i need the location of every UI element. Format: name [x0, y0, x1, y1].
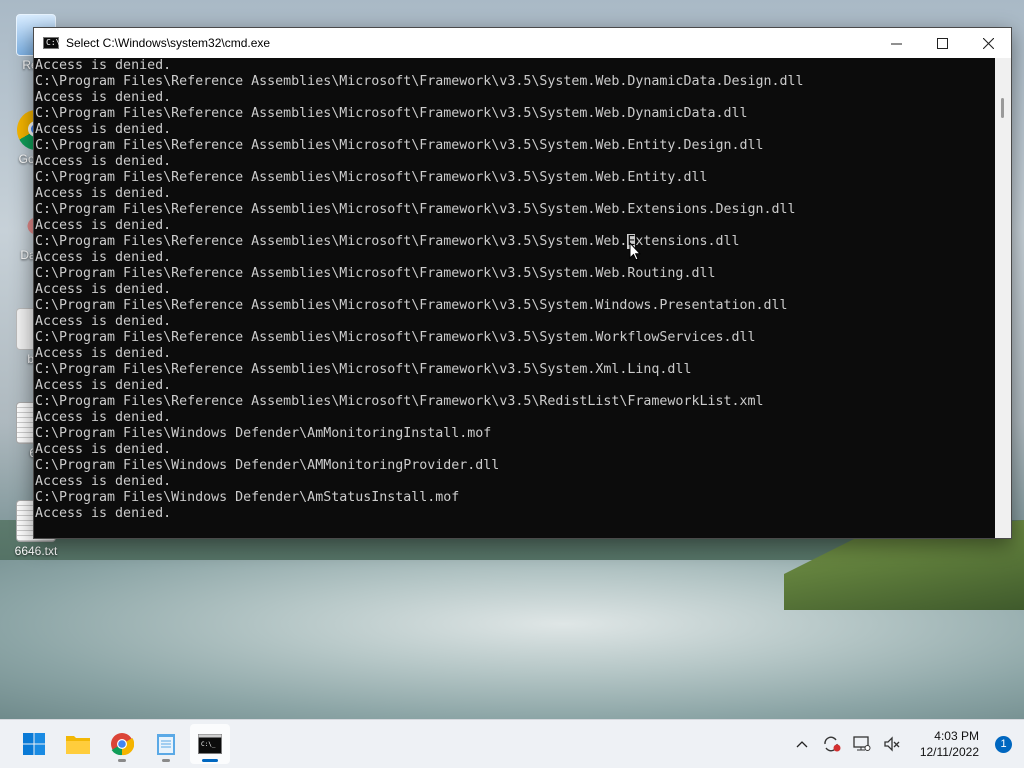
console-line: Access is denied.: [35, 250, 172, 265]
maximize-button[interactable]: [919, 28, 965, 58]
console-line: C:\Program Files\Reference Assemblies\Mi…: [35, 234, 740, 249]
console-line: Access is denied.: [35, 122, 172, 137]
running-indicator: [162, 759, 170, 762]
running-indicator: [118, 759, 126, 762]
minimize-icon: [890, 43, 902, 44]
start-button[interactable]: [14, 724, 54, 764]
chevron-up-icon: [796, 741, 808, 748]
cmd-app-icon[interactable]: C:\_: [43, 37, 65, 49]
show-hidden-icons-button[interactable]: [792, 734, 812, 754]
window-title: Select C:\Windows\system32\cmd.exe: [66, 36, 271, 50]
console-line: C:\Program Files\Reference Assemblies\Mi…: [35, 170, 708, 185]
console-line: Access is denied.: [35, 314, 172, 329]
console-line: C:\Program Files\Reference Assemblies\Mi…: [35, 74, 804, 89]
sync-status-button[interactable]: [822, 734, 842, 754]
minimize-button[interactable]: [873, 28, 919, 58]
console-line: C:\Program Files\Reference Assemblies\Mi…: [35, 106, 748, 121]
console-line: C:\Program Files\Reference Assemblies\Mi…: [35, 202, 796, 217]
console-line: C:\Program Files\Windows Defender\AmStat…: [35, 490, 460, 505]
console-line: Access is denied.: [35, 506, 172, 521]
active-indicator: [202, 759, 218, 762]
console-line: Access is denied.: [35, 58, 172, 73]
notepad-button[interactable]: [146, 724, 186, 764]
title-bar[interactable]: C:\_ Select C:\Windows\system32\cmd.exe: [34, 28, 1011, 58]
cmd-window[interactable]: C:\_ Select C:\Windows\system32\cmd.exe …: [33, 27, 1012, 539]
vertical-scrollbar[interactable]: [995, 58, 1011, 538]
clock-date: 12/11/2022: [919, 745, 979, 759]
console-line: Access is denied.: [35, 282, 172, 297]
desktop-icon-label: 6646.txt: [14, 544, 58, 558]
maximize-icon: [936, 37, 948, 49]
console-line: Access is denied.: [35, 410, 172, 425]
taskbar-apps: C:\_: [14, 724, 230, 764]
mouse-pointer-icon: [629, 242, 641, 261]
system-tray: 4:03 PM 12/11/2022 1: [792, 720, 1012, 768]
console-output[interactable]: Access is denied. C:\Program Files\Refere…: [34, 58, 995, 538]
sync-alert-icon: [824, 736, 841, 752]
console-line: Access is denied.: [35, 474, 172, 489]
volume-muted-icon: [884, 736, 900, 752]
console-line: C:\Program Files\Reference Assemblies\Mi…: [35, 362, 692, 377]
notepad-icon: [157, 734, 175, 755]
taskbar: C:\_ 4:03 PM 12/11/2022 1: [0, 719, 1024, 768]
desktop-wallpaper: [0, 520, 1024, 720]
terminal-icon: C:\_: [198, 734, 222, 754]
chrome-button[interactable]: [102, 724, 142, 764]
windows-start-icon: [23, 733, 45, 755]
console-line: Access is denied.: [35, 90, 172, 105]
clock-time: 4:03 PM: [934, 729, 979, 743]
folder-icon: [66, 736, 90, 754]
console-line: C:\Program Files\Reference Assemblies\Mi…: [35, 138, 764, 153]
console-line: Access is denied.: [35, 218, 172, 233]
console-line: C:\Program Files\Windows Defender\AMMoni…: [35, 458, 500, 473]
cmd-button[interactable]: C:\_: [190, 724, 230, 764]
close-button[interactable]: [965, 28, 1011, 58]
console-line: Access is denied.: [35, 442, 172, 457]
console-line: Access is denied.: [35, 378, 172, 393]
console-line: C:\Program Files\Reference Assemblies\Mi…: [35, 266, 716, 281]
network-icon: [853, 736, 871, 751]
console-line: Access is denied.: [35, 186, 172, 201]
svg-text:C:\_: C:\_: [201, 741, 216, 748]
scrollbar-thumb[interactable]: [1001, 98, 1004, 118]
clock[interactable]: 4:03 PM 12/11/2022: [920, 728, 979, 760]
chrome-icon: [111, 733, 134, 756]
volume-button[interactable]: [882, 734, 902, 754]
network-button[interactable]: [852, 734, 872, 754]
close-icon: [982, 37, 994, 49]
file-explorer-button[interactable]: [58, 724, 98, 764]
console-line: Access is denied.: [35, 154, 172, 169]
console-line: C:\Program Files\Reference Assemblies\Mi…: [35, 330, 756, 345]
console-line: Access is denied.: [35, 346, 172, 361]
console-line: C:\Program Files\Windows Defender\AmMoni…: [35, 426, 492, 441]
notification-badge[interactable]: 1: [995, 735, 1012, 753]
window-controls: [873, 28, 1011, 58]
console-line: C:\Program Files\Reference Assemblies\Mi…: [35, 394, 764, 409]
console-line: C:\Program Files\Reference Assemblies\Mi…: [35, 298, 788, 313]
